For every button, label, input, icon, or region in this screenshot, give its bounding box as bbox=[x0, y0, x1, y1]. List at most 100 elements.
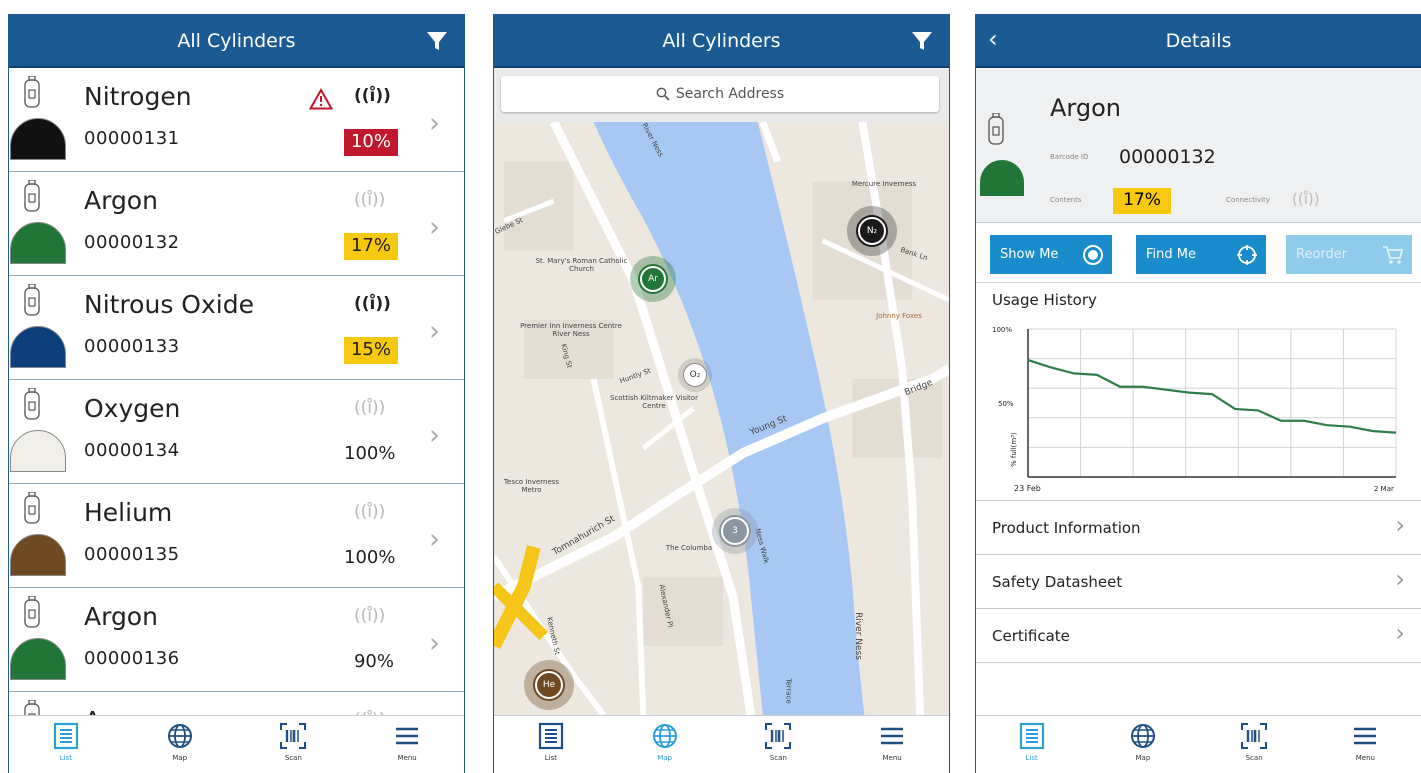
detail-row-label: Product Information bbox=[992, 519, 1141, 537]
signal-icon: ((ı̊)) bbox=[354, 502, 386, 522]
nav-menu[interactable]: Menu bbox=[1325, 722, 1405, 762]
globe-icon bbox=[652, 724, 677, 748]
chevron-right-icon: › bbox=[429, 106, 441, 139]
marker-label: O₂ bbox=[683, 363, 707, 387]
list-icon bbox=[1019, 722, 1044, 750]
target-icon bbox=[1083, 245, 1103, 265]
nav-map[interactable]: Map bbox=[140, 722, 220, 762]
contents-value: 17% bbox=[1113, 188, 1171, 214]
map-label-scottish: Scottish Kiltmaker Visitor Centre bbox=[610, 394, 698, 410]
cylinder-name: Helium bbox=[84, 498, 173, 527]
fill-percent: 10% bbox=[344, 129, 398, 156]
nav-menu[interactable]: Menu bbox=[852, 722, 932, 762]
show-me-label: Show Me bbox=[1000, 247, 1059, 262]
nav-label: List bbox=[59, 754, 72, 762]
nav-menu[interactable]: Menu bbox=[367, 722, 447, 762]
cylinder-row[interactable]: Nitrous Oxide 00000133 ((ı̊)) 15% › bbox=[9, 276, 464, 380]
map-label-river-side: River Ness bbox=[852, 612, 863, 660]
search-placeholder: Search Address bbox=[675, 86, 785, 102]
nav-label: Scan bbox=[284, 754, 302, 762]
cylinder-row[interactable]: Helium 00000135 ((ı̊)) 100% › bbox=[9, 484, 464, 588]
cylinder-icon bbox=[988, 113, 1004, 145]
barcode-scan-icon bbox=[765, 723, 792, 749]
detail-row[interactable]: Product Information › bbox=[976, 501, 1421, 555]
list-screen: All Cylinders Nitrogen 00000131 ((ı̊)) 10% ›… bbox=[8, 14, 465, 773]
map-label-johnny: Johnny Foxes bbox=[876, 312, 922, 320]
map-marker-argon[interactable]: Ar bbox=[630, 256, 676, 302]
cylinder-name: Argon bbox=[1050, 94, 1121, 122]
usage-chart: 100% 50% % full(m³) 23 Feb 2 Mar bbox=[992, 326, 1397, 493]
detail-row[interactable]: Safety Datasheet › bbox=[976, 555, 1421, 609]
fill-percent: 15% bbox=[344, 337, 398, 364]
map-marker-helium[interactable]: He bbox=[524, 660, 574, 710]
map-label-columba: The Columba bbox=[665, 544, 713, 552]
nav-scan[interactable]: Scan bbox=[253, 722, 333, 762]
cylinder-name: Argon bbox=[84, 602, 158, 631]
cylinder-row[interactable]: Argon 00000136 ((ı̊)) 90% › bbox=[9, 588, 464, 692]
detail-row[interactable]: Certificate › bbox=[976, 609, 1421, 663]
cylinder-list: Nitrogen 00000131 ((ı̊)) 10% › Argon 00000132 (… bbox=[9, 68, 464, 729]
cylinder-icon bbox=[24, 388, 40, 420]
cylinder-color-swatch bbox=[10, 430, 66, 472]
map-label-st-marys: St. Mary's Roman Catholic Church bbox=[535, 257, 628, 273]
x-start-label: 23 Feb bbox=[1014, 484, 1041, 493]
cylinder-code: 00000131 bbox=[84, 128, 180, 149]
cylinder-code: 00000133 bbox=[84, 336, 180, 357]
cylinder-row[interactable]: Oxygen 00000134 ((ı̊)) 100% › bbox=[9, 380, 464, 484]
marker-label: 3 bbox=[721, 517, 749, 545]
chevron-right-icon: › bbox=[429, 210, 441, 243]
filter-icon[interactable] bbox=[911, 30, 933, 52]
marker-label: N₂ bbox=[858, 217, 886, 245]
usage-history-title: Usage History bbox=[992, 291, 1097, 309]
cylinder-row[interactable]: Nitrogen 00000131 ((ı̊)) 10% › bbox=[9, 68, 464, 172]
nav-label: List bbox=[1025, 754, 1038, 762]
map-label-mercure: Mercure Inverness bbox=[851, 180, 917, 188]
back-chevron-icon[interactable]: ‹ bbox=[988, 27, 998, 51]
fill-percent: 100% bbox=[344, 443, 396, 464]
nav-scan[interactable]: Scan bbox=[1214, 722, 1294, 762]
signal-icon: ((ı̊)) bbox=[354, 398, 386, 418]
cylinder-row[interactable]: Argon 00000132 ((ı̊)) 17% › bbox=[9, 172, 464, 276]
chevron-right-icon: › bbox=[1395, 565, 1405, 593]
barcode-label: Barcode ID bbox=[1050, 153, 1089, 161]
search-bar: Search Address bbox=[494, 68, 949, 122]
action-buttons: Show Me Find Me Reorder bbox=[976, 223, 1421, 283]
page-title: All Cylinders bbox=[177, 29, 296, 52]
nav-list[interactable]: List bbox=[511, 722, 591, 762]
cylinder-name: Argon bbox=[84, 186, 158, 215]
map-label-tesco: Tesco Inverness Metro bbox=[503, 478, 560, 494]
list-icon bbox=[538, 722, 563, 750]
cylinder-code: 00000134 bbox=[84, 440, 180, 461]
cylinder-name: Nitrous Oxide bbox=[84, 290, 254, 319]
nav-map[interactable]: Map bbox=[1103, 722, 1183, 762]
nav-map[interactable]: Map bbox=[625, 722, 705, 762]
cylinder-code: 00000135 bbox=[84, 544, 180, 565]
filter-icon[interactable] bbox=[426, 30, 448, 52]
nav-scan[interactable]: Scan bbox=[738, 722, 818, 762]
map-marker-nitrogen[interactable]: N₂ bbox=[847, 206, 897, 256]
detail-row-label: Safety Datasheet bbox=[992, 573, 1123, 591]
nav-list[interactable]: List bbox=[26, 722, 106, 762]
map-view[interactable]: River Ness Mercure Inverness Johnny Foxe… bbox=[494, 122, 949, 715]
chevron-right-icon: › bbox=[429, 626, 441, 659]
show-me-button[interactable]: Show Me bbox=[990, 235, 1112, 274]
nav-label: Map bbox=[172, 754, 188, 762]
usage-series-line bbox=[1027, 359, 1397, 434]
map-marker-oxygen[interactable]: O₂ bbox=[678, 358, 712, 392]
fill-percent: 90% bbox=[353, 651, 394, 672]
cylinder-color-swatch bbox=[980, 160, 1024, 196]
chevron-right-icon: › bbox=[429, 314, 441, 347]
cylinder-code: 00000132 bbox=[84, 232, 180, 253]
find-me-button[interactable]: Find Me bbox=[1136, 235, 1266, 274]
cylinder-color-swatch bbox=[10, 534, 66, 576]
cylinder-icon bbox=[24, 492, 40, 524]
reorder-button[interactable]: Reorder bbox=[1286, 235, 1412, 274]
search-input[interactable]: Search Address bbox=[501, 76, 939, 112]
map-marker-cluster[interactable]: 3 bbox=[712, 508, 758, 554]
detail-row-label: Certificate bbox=[992, 627, 1070, 645]
bottom-nav: List Map Scan Menu bbox=[494, 715, 949, 773]
nav-list[interactable]: List bbox=[992, 722, 1072, 762]
cylinder-icon bbox=[24, 76, 40, 108]
nav-label: Scan bbox=[1245, 754, 1263, 762]
map-screen: All Cylinders Search Address River Ness … bbox=[493, 14, 950, 773]
